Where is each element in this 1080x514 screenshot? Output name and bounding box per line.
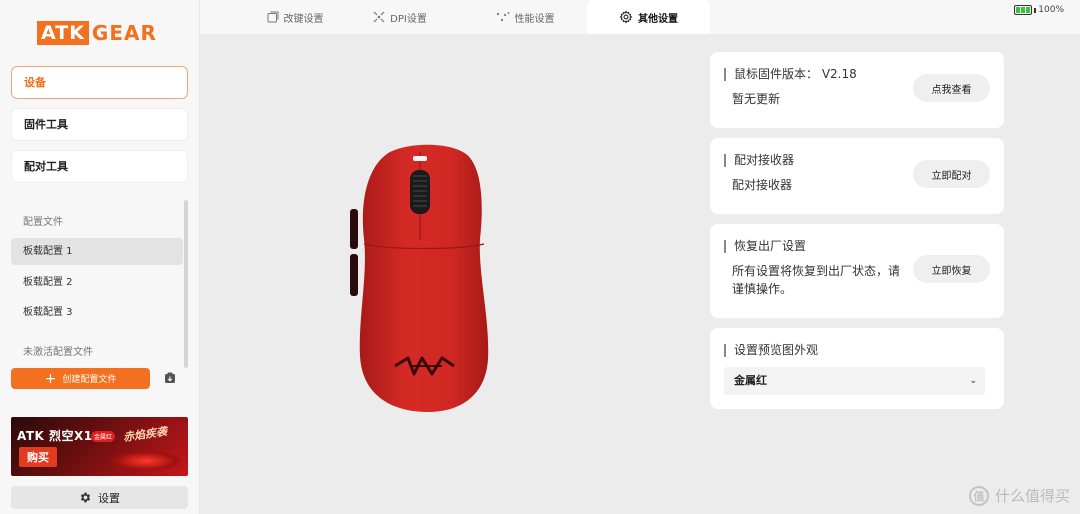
profiles-scrollbar[interactable] xyxy=(184,200,188,368)
check-firmware-button[interactable]: 点我查看 xyxy=(913,74,990,102)
watermark: 值 什么值得买 xyxy=(968,485,1070,506)
settings-label: 设置 xyxy=(98,491,120,505)
tab-keymap-label: 改键设置 xyxy=(283,13,324,25)
import-profile-icon[interactable] xyxy=(164,372,176,384)
watermark-text: 什么值得买 xyxy=(994,487,1070,505)
factory-reset-desc: 所有设置将恢复到出厂状态，请谨慎操作。 xyxy=(732,264,901,296)
tab-performance-label: 性能设置 xyxy=(514,13,555,25)
sidebar: ATK GEAR 设备 固件工具 配对工具 配置文件 板载配置 1 板载配置 2… xyxy=(0,0,200,514)
banner-tag: 金属红 xyxy=(91,431,116,442)
firmware-update-status: 暂无更新 xyxy=(732,92,781,106)
dpi-icon xyxy=(373,11,385,23)
tab-performance[interactable]: 性能设置 xyxy=(455,0,595,34)
create-profile-label: 创建配置文件 xyxy=(62,375,117,385)
gear-icon xyxy=(619,10,633,24)
tab-other-settings[interactable]: 其他设置 xyxy=(587,0,710,34)
tab-dpi[interactable]: DPI设置 xyxy=(330,0,470,34)
mouse-preview-image xyxy=(350,144,489,413)
banner-title: ATK 烈空X1 xyxy=(17,429,93,443)
battery-icon xyxy=(1014,5,1033,15)
tab-other-settings-label: 其他设置 xyxy=(638,13,678,25)
keymap-icon xyxy=(267,11,278,23)
pair-receiver-card: 配对接收器 配对接收器 立即配对 xyxy=(710,138,1004,214)
firmware-version-title: 鼠标固件版本： V2.18 xyxy=(724,68,857,81)
gear-icon xyxy=(80,492,91,503)
profile-item-1[interactable]: 板载配置 1 xyxy=(11,238,183,265)
banner-car-image xyxy=(111,451,181,471)
banner-slogan: 赤焰疾袭 xyxy=(122,424,168,444)
preview-appearance-card: 设置预览图外观 金属红 ⌄ xyxy=(710,328,1004,409)
preview-appearance-title: 设置预览图外观 xyxy=(724,344,818,357)
profiles-header: 配置文件 xyxy=(23,217,63,228)
appearance-select[interactable]: 金属红 ⌄ xyxy=(724,367,985,395)
plus-icon: + xyxy=(44,370,57,387)
battery-indicator: 100% xyxy=(1014,5,1064,15)
logo-gear: GEAR xyxy=(91,21,157,45)
factory-reset-card: 恢复出厂设置 所有设置将恢复到出厂状态，请谨慎操作。 立即恢复 xyxy=(710,224,1004,318)
profile-item-2[interactable]: 板载配置 2 xyxy=(11,269,183,296)
pair-receiver-title: 配对接收器 xyxy=(724,154,794,167)
top-tab-bar: 改键设置 DPI设置 性能设置 其他设置 100% xyxy=(200,0,1080,34)
performance-icon xyxy=(496,12,509,22)
battery-text: 100% xyxy=(1038,5,1064,15)
appearance-selected-value: 金属红 xyxy=(734,374,767,387)
nav-item-device[interactable]: 设备 xyxy=(11,66,188,99)
chevron-down-icon: ⌄ xyxy=(969,376,977,386)
product-banner[interactable]: ATK 烈空X1 金属红 赤焰疾袭 购买 xyxy=(11,417,188,476)
logo-atk: ATK xyxy=(37,21,89,45)
pair-receiver-desc: 配对接收器 xyxy=(732,178,793,192)
factory-reset-title: 恢复出厂设置 xyxy=(724,240,806,253)
tab-dpi-label: DPI设置 xyxy=(390,13,427,25)
nav-item-firmware-tools[interactable]: 固件工具 xyxy=(11,108,188,141)
inactive-profiles-label: 未激活配置文件 xyxy=(23,347,93,358)
main-panel: 鼠标固件版本： V2.18 暂无更新 点我查看 配对接收器 配对接收器 立即配对… xyxy=(200,34,1080,514)
watermark-logo: 值 xyxy=(968,485,989,506)
settings-button[interactable]: 设置 xyxy=(11,486,188,509)
firmware-card: 鼠标固件版本： V2.18 暂无更新 点我查看 xyxy=(710,52,1004,128)
pair-now-button[interactable]: 立即配对 xyxy=(913,160,990,188)
profile-item-3[interactable]: 板载配置 3 xyxy=(11,299,183,326)
atk-gear-logo: ATK GEAR xyxy=(37,20,157,46)
create-profile-button[interactable]: + 创建配置文件 xyxy=(11,368,150,389)
nav-item-pairing-tools[interactable]: 配对工具 xyxy=(11,150,188,183)
reset-now-button[interactable]: 立即恢复 xyxy=(913,255,990,283)
banner-buy-button[interactable]: 购买 xyxy=(19,447,57,467)
